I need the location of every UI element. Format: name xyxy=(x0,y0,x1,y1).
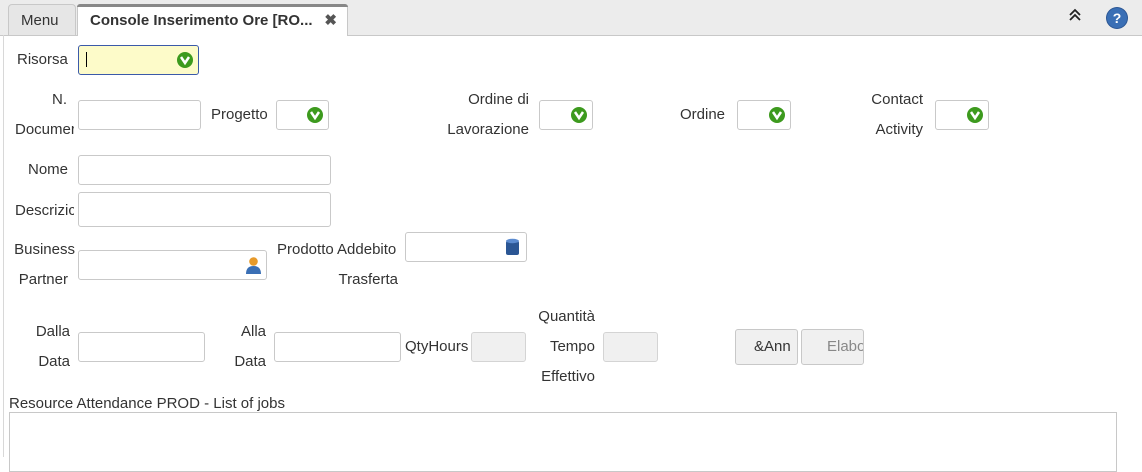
business-partner-field[interactable] xyxy=(78,250,267,280)
tab-console-inserimento-ore[interactable]: Console Inserimento Ore [RO... ✖ xyxy=(77,4,348,36)
close-tab-icon[interactable]: ✖ xyxy=(324,5,337,36)
quantita-tempo-effettivo-label-1: Quantità xyxy=(538,308,595,325)
dalla-data-field[interactable] xyxy=(78,332,205,362)
help-icon[interactable]: ? xyxy=(1107,8,1127,28)
jobs-grid[interactable] xyxy=(9,412,1117,472)
prodotto-addebito-label-1: Prodotto Addebito xyxy=(277,241,397,258)
descrizione-label: Descrizic xyxy=(15,202,74,219)
contact-activity-field[interactable] xyxy=(935,100,989,130)
elabora-button[interactable]: Elabo xyxy=(801,329,864,365)
lookup-arrow-icon[interactable] xyxy=(966,106,984,124)
contact-activity-label-2: Activity xyxy=(875,121,923,138)
lookup-arrow-icon[interactable] xyxy=(570,106,588,124)
dalla-data-label-1: Dalla xyxy=(35,323,70,340)
tab-bar: Menu Console Inserimento Ore [RO... ✖ ? xyxy=(0,0,1142,36)
grid-title: Resource Attendance PROD - List of jobs xyxy=(9,395,285,412)
lookup-arrow-icon[interactable] xyxy=(768,106,786,124)
alla-data-field[interactable] xyxy=(274,332,401,362)
lookup-arrow-icon[interactable] xyxy=(176,51,194,69)
ordine-field[interactable] xyxy=(737,100,791,130)
risorsa-field[interactable] xyxy=(78,45,199,75)
business-partner-label-2: Partner xyxy=(18,271,68,288)
n-documento-label-1: N. xyxy=(52,91,67,108)
tab-title: Console Inserimento Ore [RO... xyxy=(90,12,313,29)
nome-label: Nome xyxy=(28,161,69,178)
nome-field[interactable] xyxy=(78,155,331,185)
prodotto-addebito-field[interactable] xyxy=(405,232,527,262)
prodotto-addebito-label-2: Trasferta xyxy=(338,271,398,288)
quantita-tempo-effettivo-label-2: Tempo xyxy=(549,338,595,355)
qtyhours-field xyxy=(471,332,526,362)
contact-activity-label-1: Contact xyxy=(871,91,923,108)
descrizione-field[interactable] xyxy=(78,192,331,227)
qtyhours-label: QtyHours xyxy=(405,338,469,355)
text-cursor xyxy=(86,52,87,67)
progetto-label: Progetto xyxy=(211,106,268,123)
chevrons-up-icon[interactable] xyxy=(1066,8,1084,28)
n-documento-label-2: Documer xyxy=(15,121,74,138)
product-icon[interactable] xyxy=(505,238,520,256)
risorsa-label: Risorsa xyxy=(17,51,68,68)
ordine-lavorazione-field[interactable] xyxy=(539,100,593,130)
progetto-field[interactable] xyxy=(276,100,329,130)
ordine-lavorazione-label-2: Lavorazione xyxy=(447,121,529,138)
alla-data-label-2: Data xyxy=(234,353,266,370)
ordine-lavorazione-label-1: Ordine di xyxy=(468,91,529,108)
n-documento-field[interactable] xyxy=(78,100,201,130)
person-icon[interactable] xyxy=(245,256,262,275)
alla-data-label-1: Alla xyxy=(240,323,266,340)
tab-menu[interactable]: Menu xyxy=(8,4,76,35)
quantita-tempo-effettivo-field xyxy=(603,332,658,362)
quantita-tempo-effettivo-label-3: Effettivo xyxy=(541,368,595,385)
annulla-button[interactable]: &Ann xyxy=(735,329,798,365)
dalla-data-label-2: Data xyxy=(38,353,70,370)
lookup-arrow-icon[interactable] xyxy=(306,106,324,124)
ordine-label: Ordine xyxy=(680,106,726,123)
panel-border xyxy=(3,35,4,457)
business-partner-label-1: Business xyxy=(14,241,75,258)
